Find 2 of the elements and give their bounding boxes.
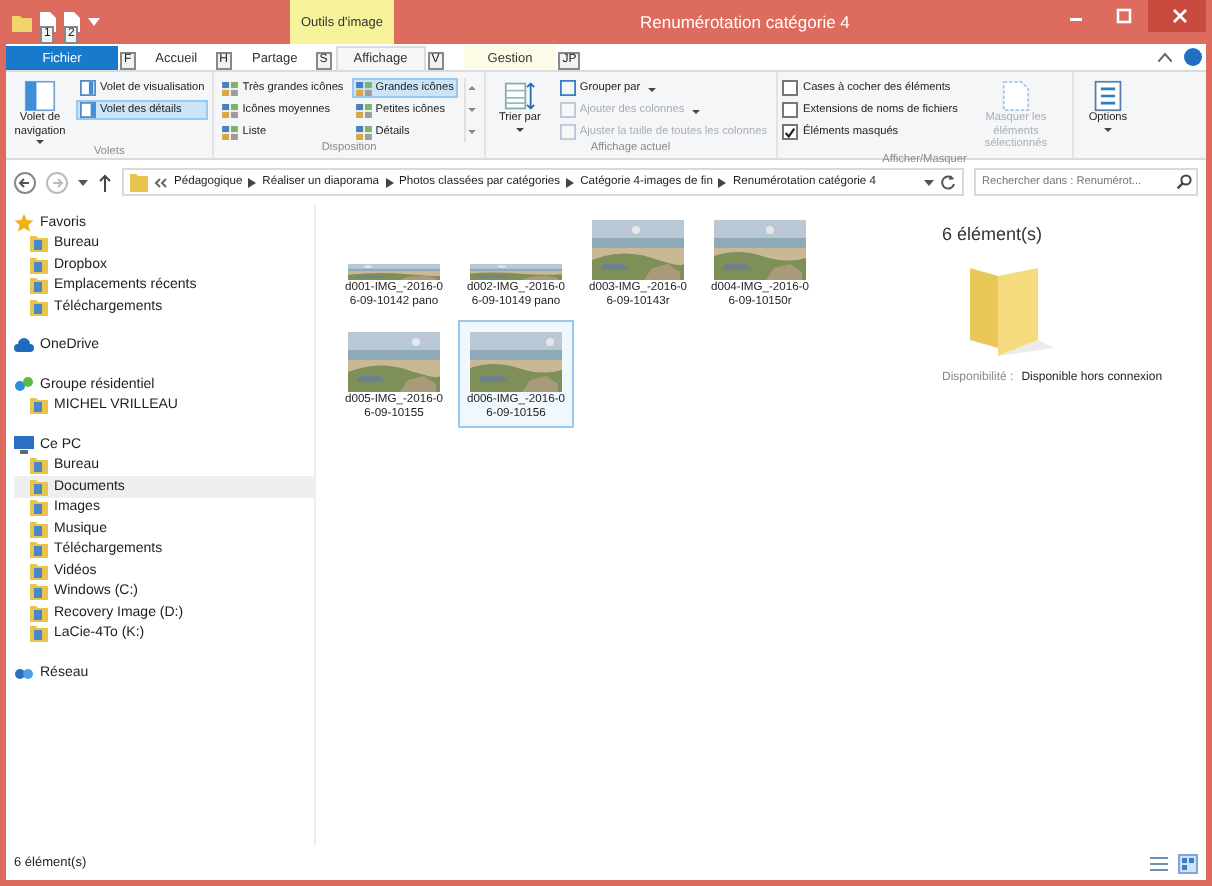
window-title: Renumérotation catégorie 4 [640, 12, 850, 32]
item-count: 6 élément(s) [942, 224, 1043, 244]
